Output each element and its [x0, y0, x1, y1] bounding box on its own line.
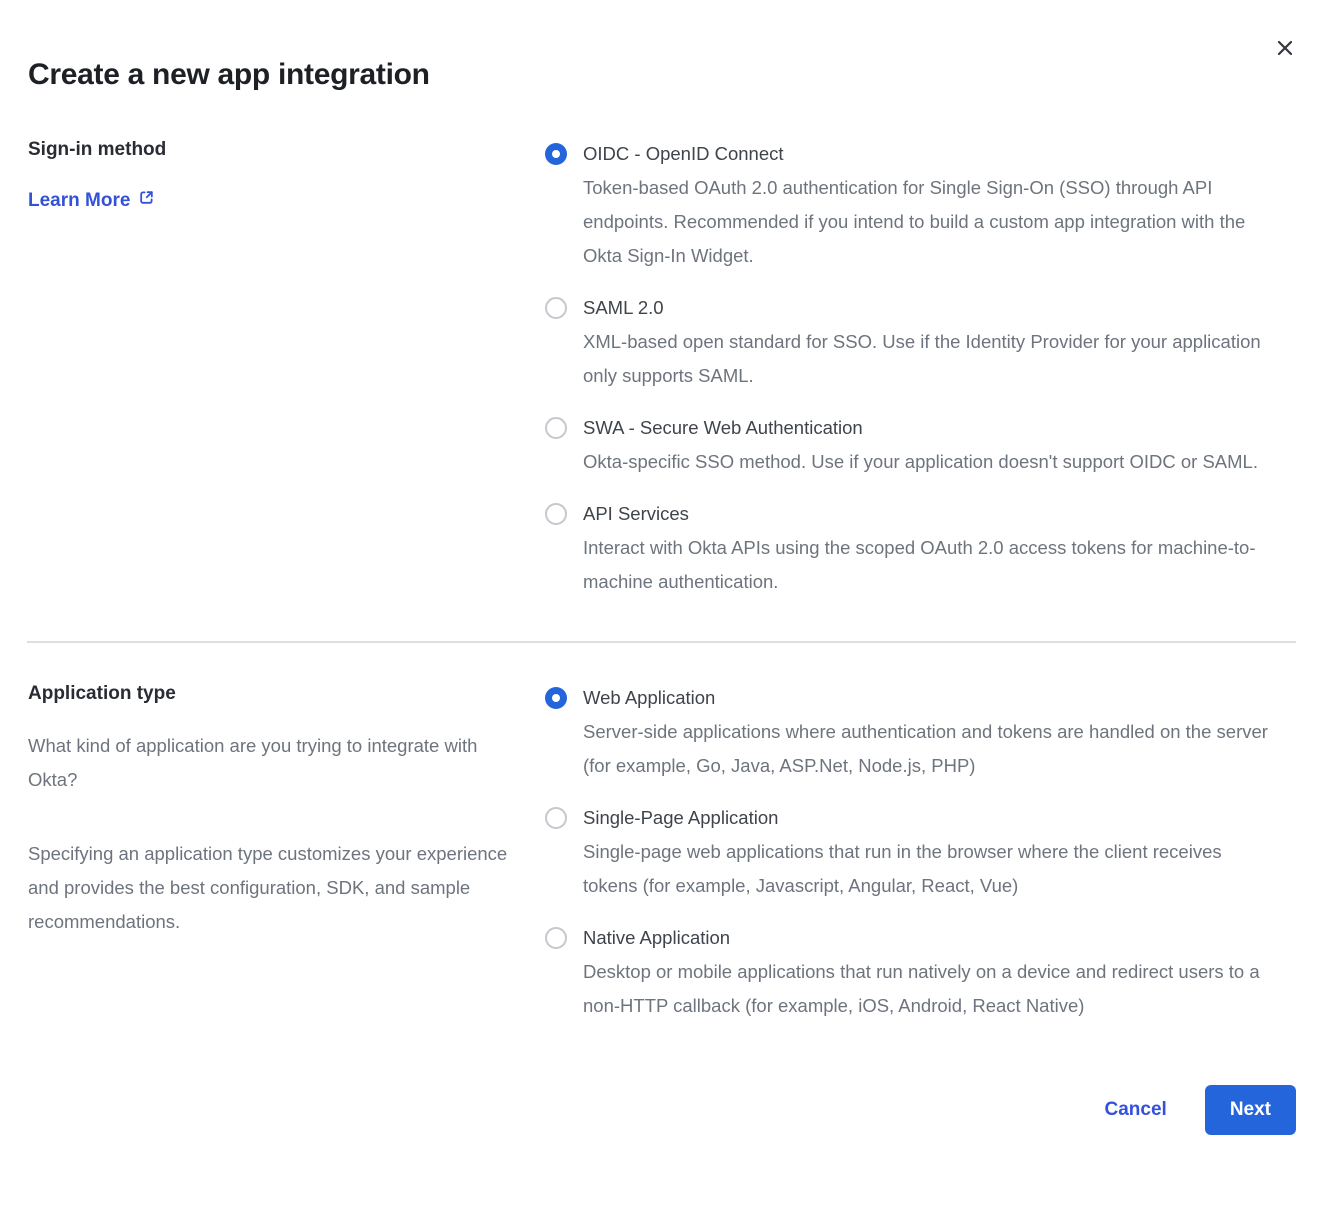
option-label: SAML 2.0: [583, 291, 1275, 325]
next-button[interactable]: Next: [1205, 1085, 1296, 1135]
option-label: Single-Page Application: [583, 801, 1275, 835]
radio-unselected-icon[interactable]: [545, 927, 567, 949]
radio-unselected-icon[interactable]: [545, 417, 567, 439]
radio-selected-icon[interactable]: [545, 687, 567, 709]
option-description: Single-page web applications that run in…: [583, 835, 1275, 903]
radio-unselected-icon[interactable]: [545, 503, 567, 525]
application-type-label: Application type: [28, 681, 545, 707]
option-label: SWA - Secure Web Authentication: [583, 411, 1275, 445]
application-type-description-1: What kind of application are you trying …: [28, 729, 508, 797]
learn-more-label: Learn More: [28, 190, 130, 212]
signin-method-label: Sign-in method: [28, 137, 545, 163]
dialog-title: Create a new app integration: [28, 58, 1296, 92]
radio-option-native-application[interactable]: Native Application Desktop or mobile app…: [545, 921, 1275, 1023]
option-label: Web Application: [583, 681, 1275, 715]
option-description: Token-based OAuth 2.0 authentication for…: [583, 171, 1275, 273]
signin-method-section: Sign-in method Learn More OIDC - OpenID …: [28, 137, 1296, 599]
radio-option-swa[interactable]: SWA - Secure Web Authentication Okta-spe…: [545, 411, 1275, 479]
external-link-icon: [138, 189, 155, 212]
radio-option-single-page-application[interactable]: Single-Page Application Single-page web …: [545, 801, 1275, 903]
application-type-section: Application type What kind of applicatio…: [28, 681, 1296, 1023]
learn-more-link[interactable]: Learn More: [28, 189, 155, 212]
radio-option-web-application[interactable]: Web Application Server-side applications…: [545, 681, 1275, 783]
option-description: Okta-specific SSO method. Use if your ap…: [583, 445, 1275, 479]
close-icon: [1275, 38, 1295, 61]
radio-unselected-icon[interactable]: [545, 807, 567, 829]
option-description: Desktop or mobile applications that run …: [583, 955, 1275, 1023]
option-label: API Services: [583, 497, 1275, 531]
section-divider: [27, 641, 1296, 643]
option-label: Native Application: [583, 921, 1275, 955]
option-label: OIDC - OpenID Connect: [583, 137, 1275, 171]
cancel-button[interactable]: Cancel: [1105, 1099, 1167, 1121]
radio-unselected-icon[interactable]: [545, 297, 567, 319]
radio-option-api-services[interactable]: API Services Interact with Okta APIs usi…: [545, 497, 1275, 599]
application-type-description-2: Specifying an application type customize…: [28, 837, 508, 939]
radio-option-saml[interactable]: SAML 2.0 XML-based open standard for SSO…: [545, 291, 1275, 393]
option-description: Interact with Okta APIs using the scoped…: [583, 531, 1275, 599]
option-description: XML-based open standard for SSO. Use if …: [583, 325, 1275, 393]
dialog-footer: Cancel Next: [28, 1085, 1296, 1135]
close-button[interactable]: [1272, 36, 1298, 62]
radio-selected-icon[interactable]: [545, 143, 567, 165]
create-app-integration-dialog: Create a new app integration Sign-in met…: [0, 0, 1332, 1210]
radio-option-oidc[interactable]: OIDC - OpenID Connect Token-based OAuth …: [545, 137, 1275, 273]
option-description: Server-side applications where authentic…: [583, 715, 1275, 783]
